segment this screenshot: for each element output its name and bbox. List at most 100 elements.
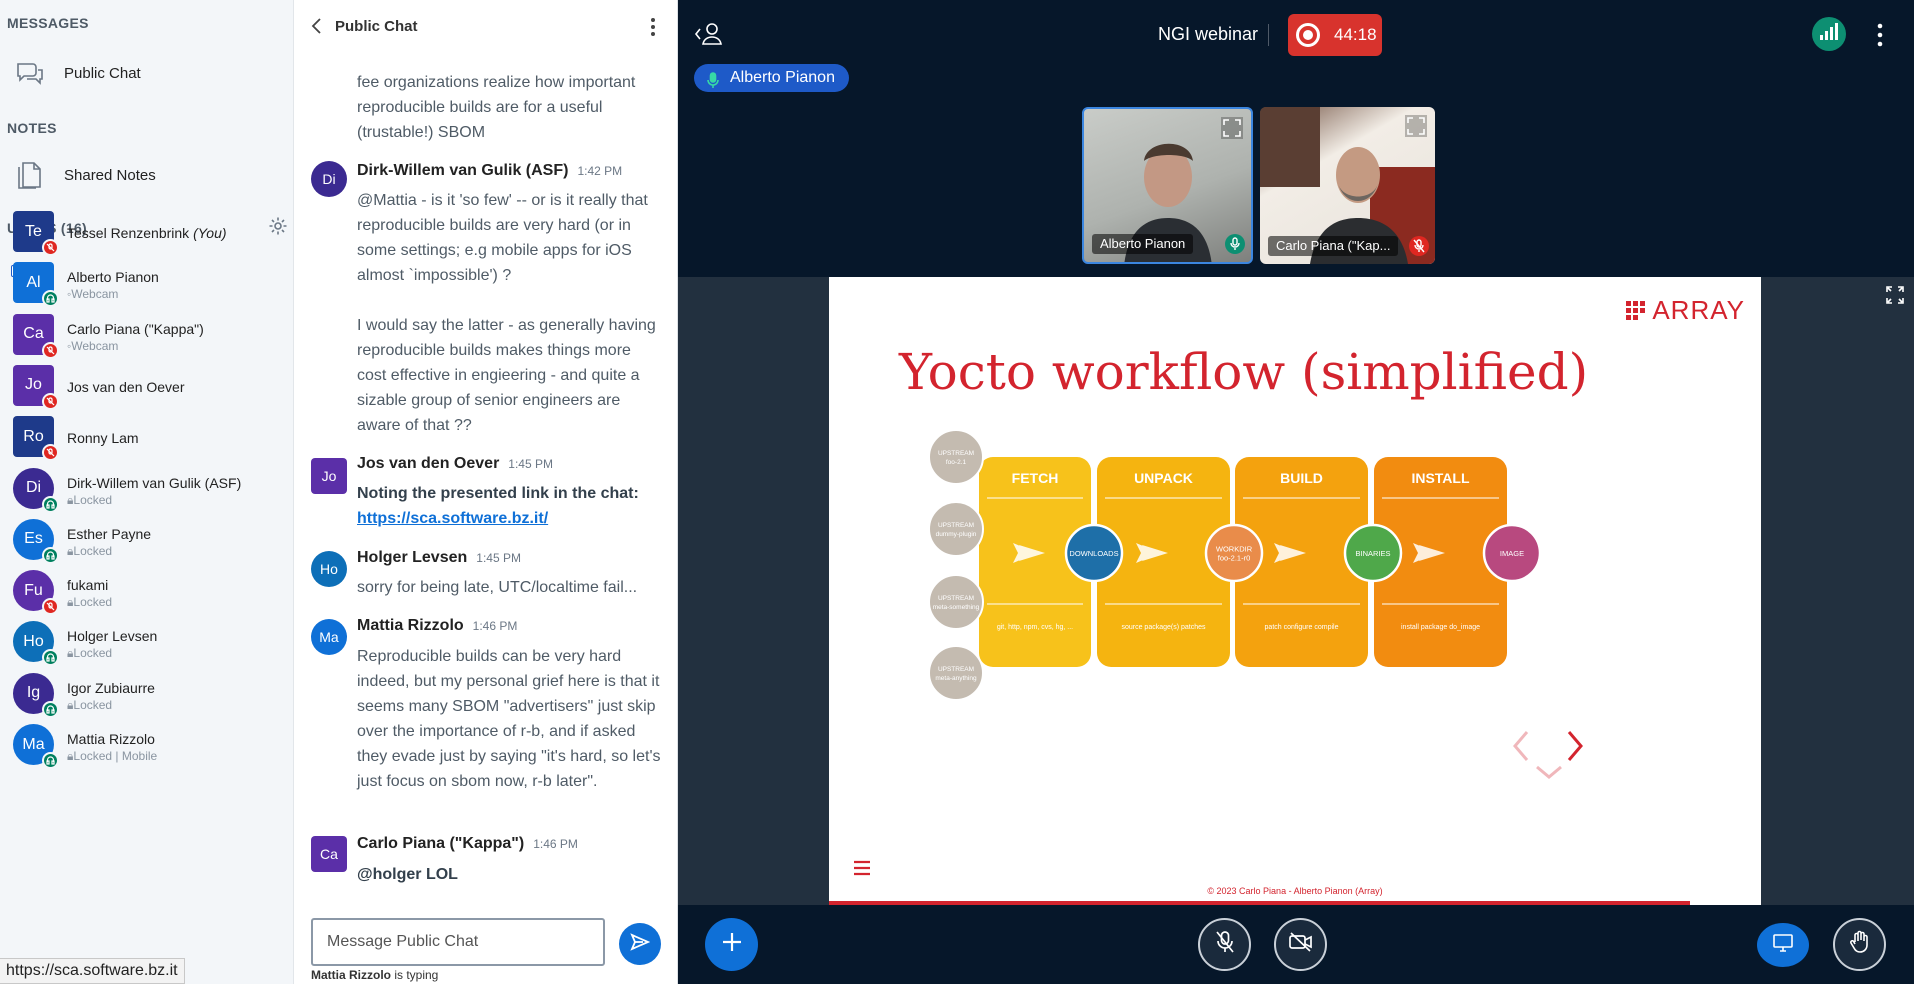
slide-menu-icon[interactable]: [853, 859, 871, 877]
upstream-node: [928, 645, 984, 701]
user-name: Ronny Lam: [67, 430, 139, 447]
down-slide-arrow: [1536, 765, 1562, 779]
upstream-label: UPSTREAM: [938, 522, 974, 529]
recording-time: 44:18: [1334, 25, 1377, 44]
message-text: @holger LOL: [357, 866, 458, 883]
microphone-off-icon: [1214, 930, 1236, 959]
stage-name: INSTALL: [1411, 470, 1470, 486]
chat-bubbles-icon: [12, 55, 48, 91]
send-button[interactable]: [619, 923, 661, 965]
typing-user: Mattia Rizzolo: [311, 968, 391, 982]
video-tile-alberto[interactable]: Alberto Pianon: [1082, 107, 1253, 264]
slide-footer: © 2023 Carlo Piana - Alberto Pianon (Arr…: [1207, 886, 1383, 896]
unmute-button[interactable]: [1198, 918, 1251, 971]
upstream-label: dummy-plugin: [936, 531, 977, 538]
user-status: 🔒︎Locked: [67, 646, 113, 661]
user-name: Alberto Pianon: [67, 269, 159, 286]
options-menu-icon[interactable]: [1872, 22, 1888, 48]
user-name: fukami: [67, 577, 109, 594]
message-avatar: Jo: [311, 458, 347, 494]
talker-name: Alberto Pianon: [730, 69, 835, 86]
user-name: Jos van den Oever: [67, 378, 185, 395]
public-chat-item[interactable]: Public Chat: [0, 55, 293, 91]
stage-note: git, http, npm, cvs, hg, ...: [997, 624, 1073, 631]
user-name: Esther Payne: [67, 525, 152, 542]
record-icon: [1296, 23, 1320, 47]
message-input[interactable]: Message Public Chat: [311, 918, 605, 966]
upstream-label: UPSTREAM: [938, 666, 974, 673]
user-name: Carlo Piana ("Kappa"): [67, 320, 204, 337]
shared-notes-item[interactable]: Shared Notes: [0, 157, 293, 193]
message-text: I would say the latter - as generally ha…: [357, 317, 656, 434]
artifact-label: BINARIES: [1355, 549, 1390, 558]
upstream-label: UPSTREAM: [938, 450, 974, 457]
chat-title: Public Chat: [335, 18, 418, 35]
presentation-area: NGI webinar 44:18 Alberto Pianon Alberto…: [678, 0, 1914, 984]
stage-name: UNPACK: [1134, 470, 1193, 486]
upstream-label: meta-something: [933, 604, 980, 611]
microphone-icon: [706, 70, 720, 88]
message-link-wrap: https://sca.software.bz.it/: [357, 506, 662, 531]
message-time: 1:45 PM: [508, 457, 553, 471]
stage-name: FETCH: [1012, 470, 1059, 486]
presentation-container: ARRAY Yocto workflow (simplified) FETCH g…: [678, 277, 1914, 905]
message-time: 1:42 PM: [577, 164, 623, 178]
presentation-slide: ARRAY Yocto workflow (simplified) FETCH g…: [829, 277, 1761, 905]
video-tile-carlo[interactable]: Carlo Piana ("Kap...: [1260, 107, 1435, 264]
chat-header: Public Chat: [294, 0, 677, 54]
partial-message-text: fee organizations realize how important …: [357, 74, 636, 141]
user-status: 🔒︎Locked: [67, 595, 113, 610]
artifact-label: WORKDIR: [1216, 545, 1253, 554]
user-name: Holger Levsen: [67, 628, 158, 645]
upstream-label: meta-anything: [935, 675, 977, 682]
connection-status-button[interactable]: [1812, 17, 1846, 51]
artifact-label: DOWNLOADS: [1069, 549, 1118, 558]
message-link[interactable]: https://sca.software.bz.it/: [357, 510, 548, 527]
stage-note: patch configure compile: [1265, 624, 1339, 631]
user-list-sidebar: MESSAGES Public Chat NOTES Shared Notes …: [0, 0, 294, 984]
upstream-node: [928, 501, 984, 557]
action-bar: [678, 905, 1914, 984]
divider: [1268, 24, 1269, 46]
user-name: Dirk-Willem van Gulik (ASF): [67, 474, 242, 491]
messages-header: MESSAGES: [7, 15, 89, 31]
raise-hand-button[interactable]: [1833, 918, 1886, 971]
message-avatar: Ho: [311, 551, 347, 587]
stage-name: BUILD: [1280, 470, 1323, 486]
monitor-icon: [1773, 933, 1793, 957]
actions-button[interactable]: [705, 918, 758, 971]
fullscreen-icon[interactable]: [1885, 285, 1905, 305]
upstream-label: UPSTREAM: [938, 595, 974, 602]
link-status-bar: https://sca.software.bz.it: [0, 958, 185, 984]
video-name-label: Carlo Piana ("Kap...: [1268, 236, 1399, 256]
message-author: Jos van den Oever 1:45 PM: [357, 455, 553, 472]
toggle-user-list-icon[interactable]: [694, 20, 726, 48]
chat-options-icon[interactable]: [644, 16, 662, 38]
user-status: ◦Webcam: [67, 287, 119, 302]
user-name: Igor Zubiaurre: [67, 679, 155, 696]
expand-icon[interactable]: [1221, 117, 1243, 139]
meeting-title: NGI webinar: [1158, 24, 1259, 44]
message-author: Carlo Piana ("Kappa") 1:46 PM: [357, 835, 578, 852]
message-text: sorry for being late, UTC/localtime fail…: [357, 579, 638, 596]
chat-panel: Public Chat fee organizations realize ho…: [294, 0, 678, 984]
camera-off-icon: [1288, 931, 1314, 958]
recording-indicator[interactable]: 44:18: [1288, 14, 1382, 56]
public-chat-label: Public Chat: [64, 64, 141, 82]
user-list-item[interactable]: Ma Mattia Rizzolo 🔒︎Locked | Mobile: [0, 713, 293, 775]
share-webcam-button[interactable]: [1274, 918, 1327, 971]
message-avatar: Ma: [311, 619, 347, 655]
upstream-label: foo-2.1: [946, 459, 967, 466]
user-name: Tessel Renzenbrink (You): [67, 225, 227, 241]
user-status: 🔒︎Locked: [67, 697, 113, 712]
message-text: Noting the presented link in the chat:: [357, 485, 639, 502]
send-icon: [630, 932, 651, 957]
signal-bars-icon: [1819, 22, 1839, 46]
message-author: Dirk-Willem van Gulik (ASF) 1:42 PM: [357, 162, 623, 179]
expand-icon[interactable]: [1405, 115, 1427, 137]
user-status: 🔒︎Locked: [67, 543, 113, 558]
workflow-diagram: FETCH git, http, npm, cvs, hg, ... UNPACK s…: [928, 429, 1583, 779]
presentation-toggle-button[interactable]: [1757, 923, 1809, 967]
back-chevron-icon[interactable]: [308, 17, 326, 35]
upstream-node: [928, 429, 984, 485]
